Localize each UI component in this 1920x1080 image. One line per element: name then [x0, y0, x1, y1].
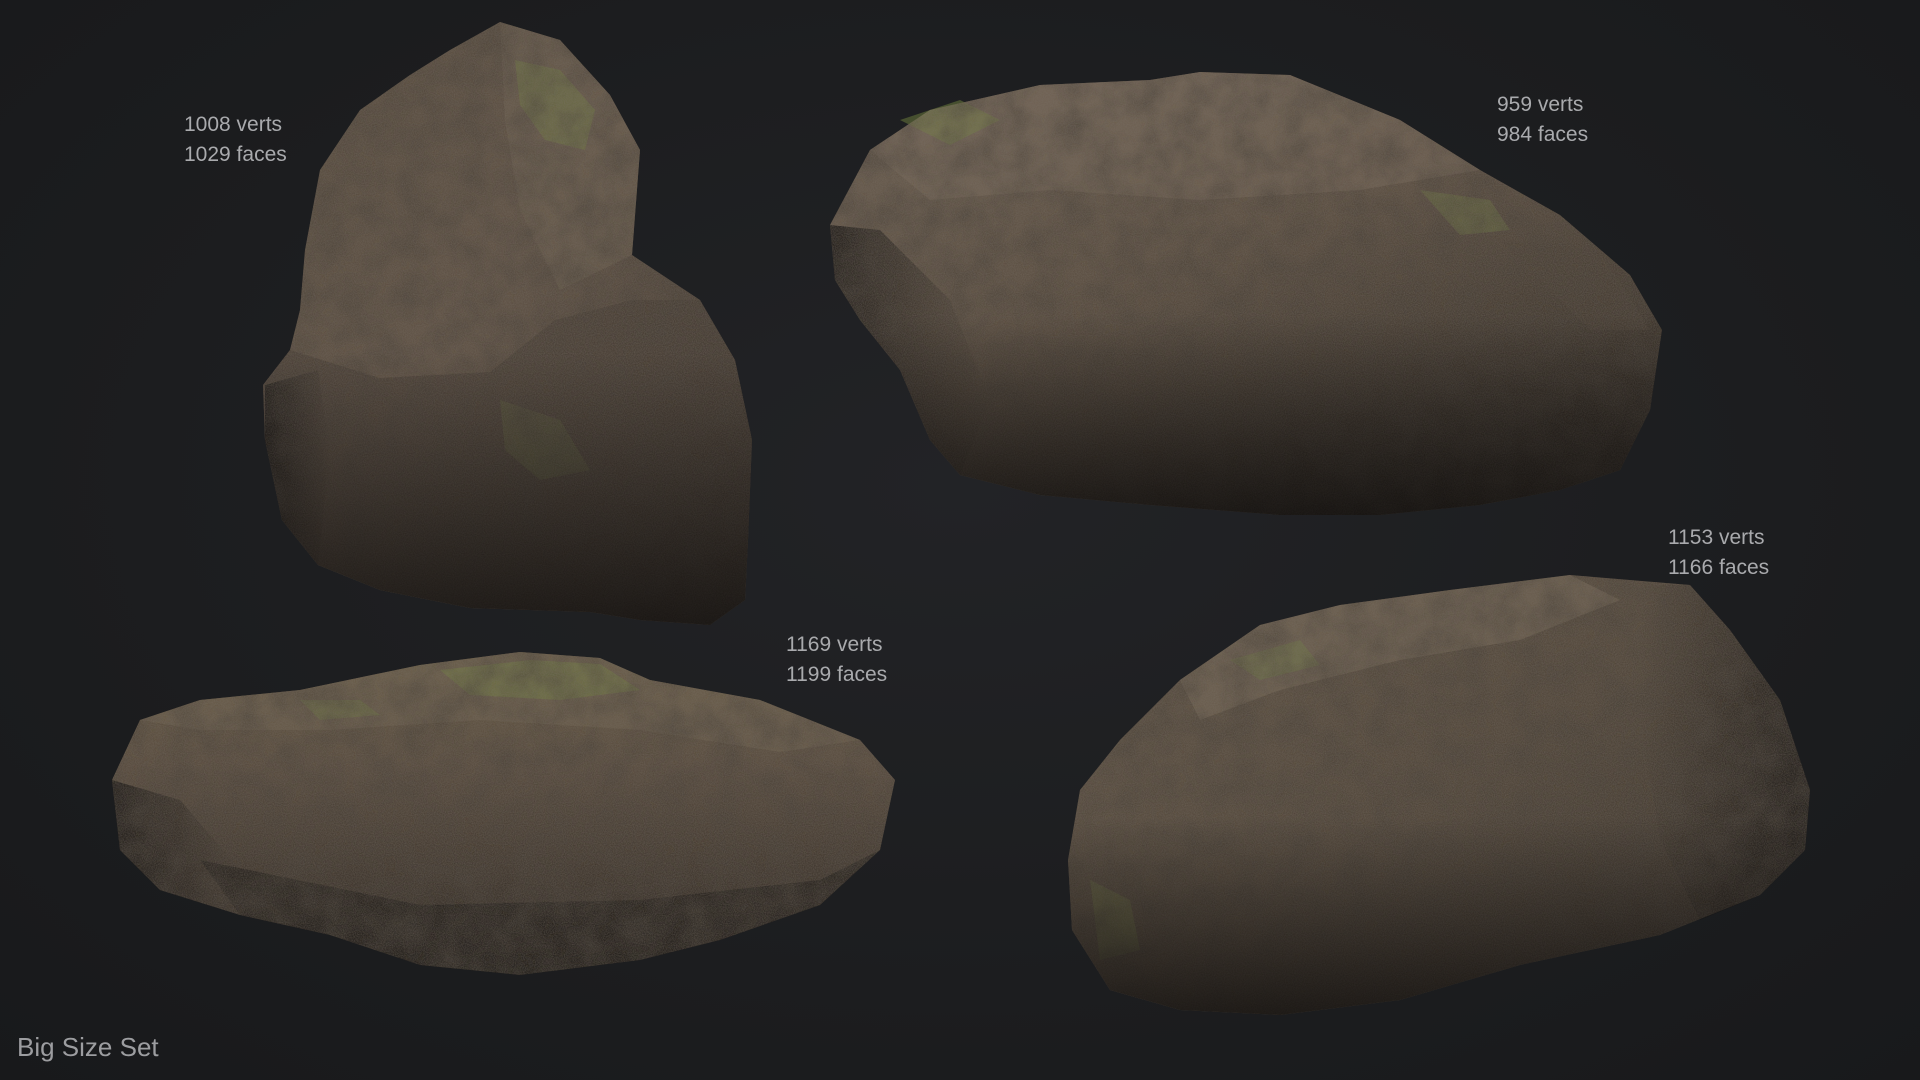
rock-1-stats: 1008 verts 1029 faces [184, 110, 287, 170]
render-canvas: 1008 verts 1029 faces 959 verts 984 face… [0, 0, 1920, 1080]
rock-3-faces: 1199 faces [786, 663, 888, 686]
rock-1-verts: 1008 verts [184, 113, 283, 136]
rock-4 [1068, 575, 1810, 1015]
set-caption: Big Size Set [17, 1032, 159, 1062]
rock-2-faces: 984 faces [1497, 123, 1589, 146]
rock-4-faces: 1166 faces [1668, 556, 1770, 579]
rock-renders [112, 22, 1810, 1015]
rock-2-verts: 959 verts [1497, 93, 1584, 116]
rock-3-stats: 1169 verts 1199 faces [786, 630, 887, 690]
rock-4-stats: 1153 verts 1166 faces [1668, 523, 1769, 583]
rock-1-faces: 1029 faces [184, 143, 287, 166]
rock-4-verts: 1153 verts [1668, 526, 1765, 549]
rock-1 [263, 22, 752, 625]
rock-2-stats: 959 verts 984 faces [1497, 90, 1588, 150]
rock-3 [112, 652, 895, 975]
rock-3-verts: 1169 verts [786, 633, 883, 656]
